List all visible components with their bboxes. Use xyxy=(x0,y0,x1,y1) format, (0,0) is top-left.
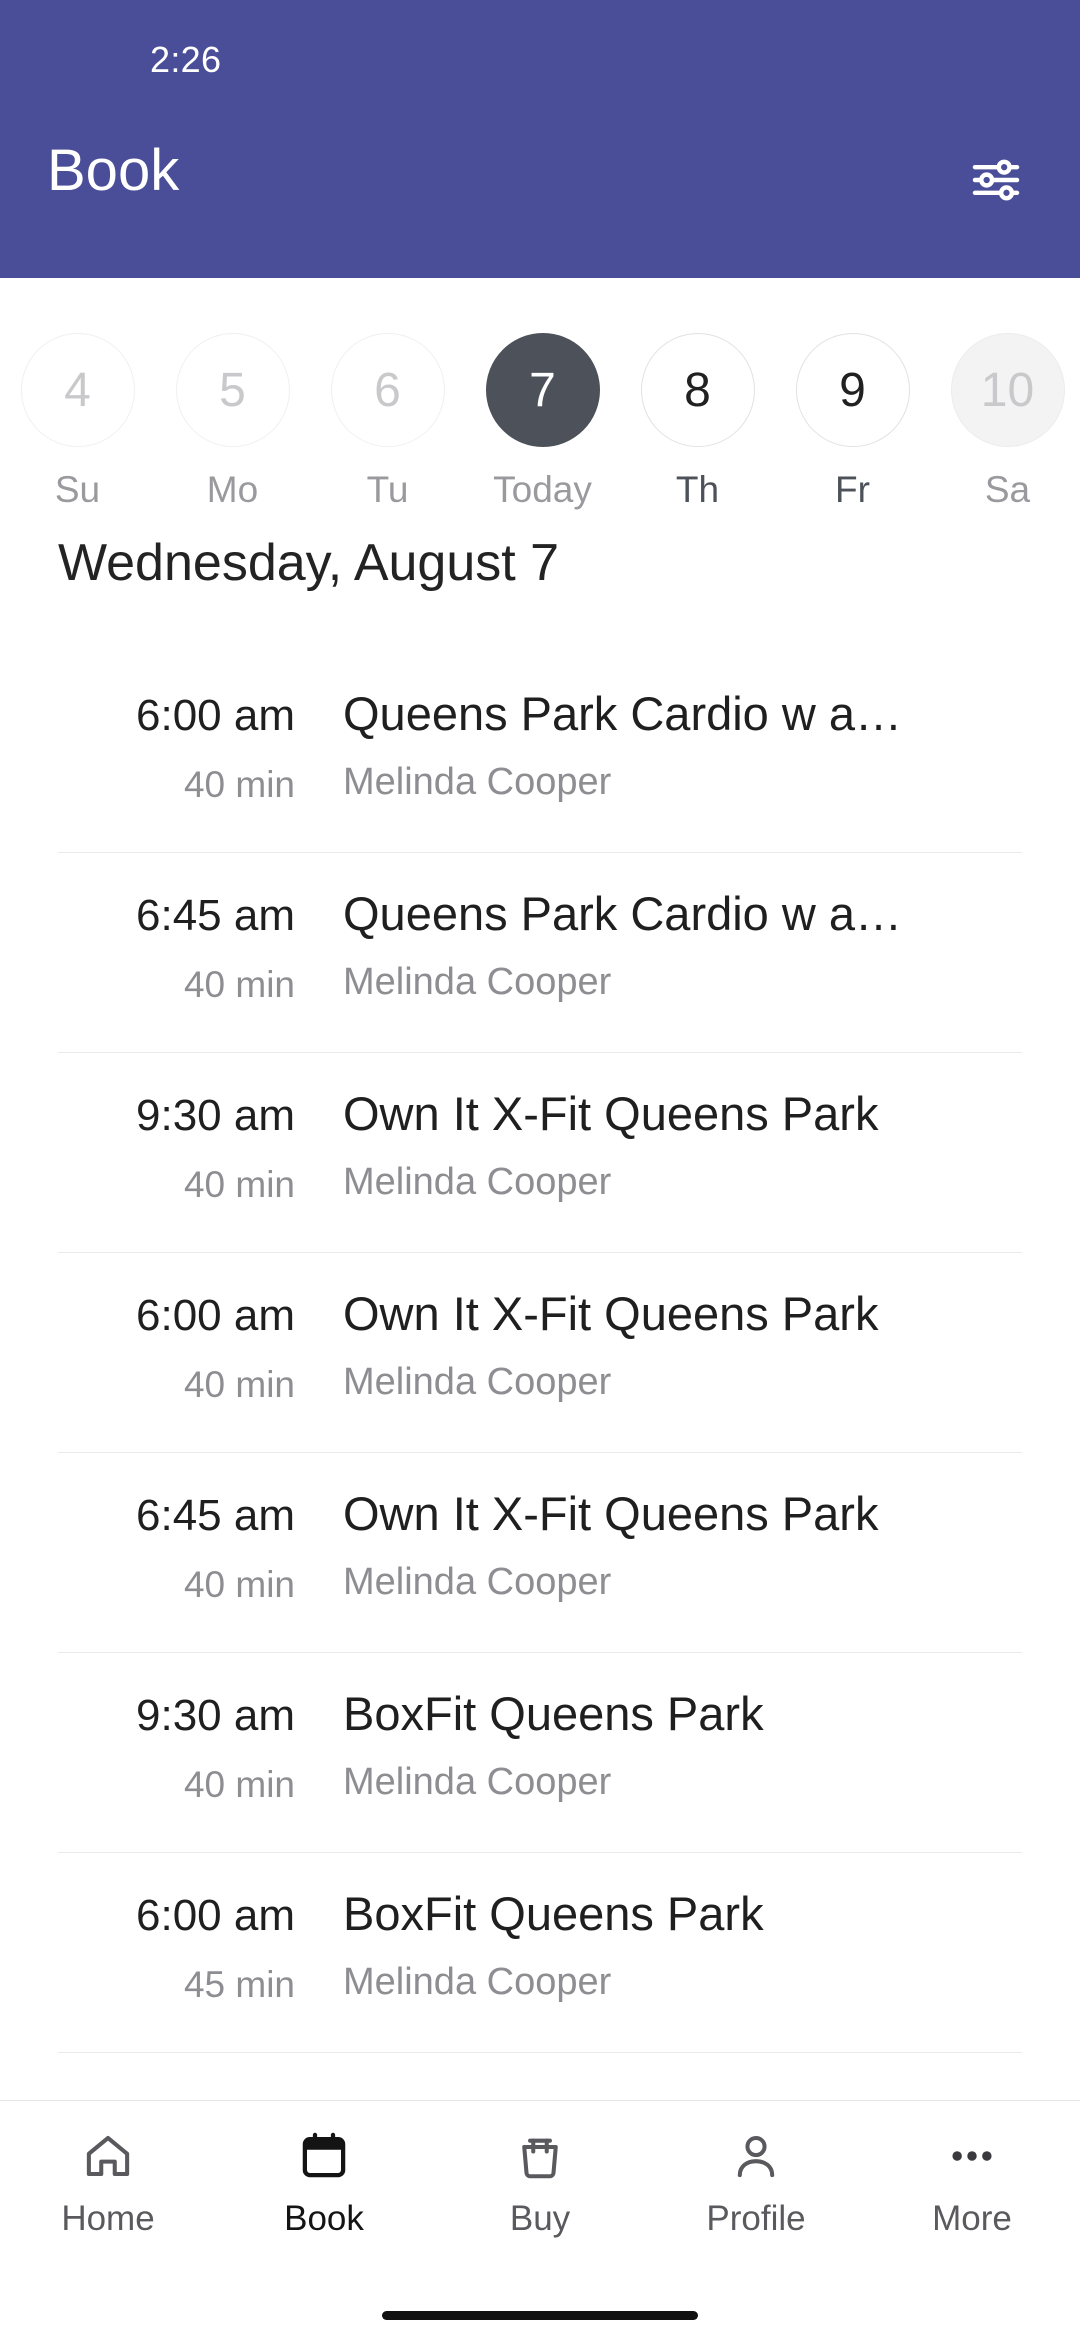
home-icon xyxy=(81,2125,135,2187)
date-circle: 6 xyxy=(330,333,445,447)
class-instructor: Melinda Cooper xyxy=(343,1561,612,1604)
class-instructor: Melinda Cooper xyxy=(343,1961,612,2004)
nav-item-more[interactable]: More xyxy=(864,2125,1080,2239)
class-title: BoxFit Queens Park xyxy=(343,1887,764,1940)
class-time-block: 9:30 am 40 min xyxy=(58,1087,343,1206)
class-row[interactable]: 6:45 am 40 min Queens Park Cardio w a… M… xyxy=(58,853,1022,1053)
class-start-time: 9:30 am xyxy=(136,1691,295,1740)
home-indicator-bar[interactable] xyxy=(382,2310,698,2320)
calendar-icon xyxy=(297,2125,351,2187)
class-duration: 45 min xyxy=(183,1963,295,2005)
sliders-filter-icon xyxy=(972,159,1020,201)
nav-label: More xyxy=(932,2199,1012,2238)
selected-day-heading: Wednesday, August 7 xyxy=(58,534,560,592)
date-cell-6[interactable]: 6 Tu xyxy=(310,333,465,511)
class-start-time: 6:45 am xyxy=(136,891,295,940)
nav-label: Buy xyxy=(509,2199,571,2238)
class-time-block: 6:00 am 45 min xyxy=(58,1887,343,2006)
nav-item-book[interactable]: Book xyxy=(216,2125,432,2239)
class-info-block: BoxFit Queens Park Melinda Cooper xyxy=(343,1687,1022,1804)
class-duration: 40 min xyxy=(183,1563,295,1605)
date-circle: 4 xyxy=(20,333,135,447)
home-indicator-area xyxy=(0,2290,1080,2340)
class-info-block: Own It X-Fit Queens Park Melinda Cooper xyxy=(343,1287,1022,1404)
class-time-block: 9:30 am 40 min xyxy=(58,1687,343,1806)
nav-item-home[interactable]: Home xyxy=(0,2125,216,2239)
date-cell-9[interactable]: 9 Fr xyxy=(775,333,930,511)
class-start-time: 6:00 am xyxy=(136,1891,295,1940)
class-title: Queens Park Cardio w a… xyxy=(343,687,903,740)
date-circle: 9 xyxy=(795,333,910,447)
class-title: Queens Park Cardio w a… xyxy=(343,887,903,940)
date-weekday-label: Su xyxy=(54,469,101,510)
class-duration: 40 min xyxy=(183,1363,295,1405)
date-selector-strip[interactable]: 4 Su 5 Mo 6 Tu 7 Today 8 Th 9 Fr 10 Sa xyxy=(0,278,1080,523)
class-duration: 40 min xyxy=(183,963,295,1005)
class-time-block: 6:45 am 40 min xyxy=(58,887,343,1006)
class-title: BoxFit Queens Park xyxy=(343,1687,764,1740)
class-duration: 40 min xyxy=(183,763,295,805)
class-instructor: Melinda Cooper xyxy=(343,1361,612,1404)
filter-button[interactable] xyxy=(964,148,1028,212)
class-info-block: Queens Park Cardio w a… Melinda Cooper xyxy=(343,887,1022,1004)
date-weekday-label: Fr xyxy=(835,469,870,510)
date-circle: 5 xyxy=(175,333,290,447)
date-circle: 10 xyxy=(950,333,1065,447)
class-title: Own It X-Fit Queens Park xyxy=(343,1487,879,1540)
class-start-time: 6:00 am xyxy=(136,1291,295,1340)
nav-label: Home xyxy=(61,2199,155,2238)
ellipsis-icon xyxy=(945,2125,999,2187)
nav-label: Book xyxy=(284,2199,364,2238)
class-instructor: Melinda Cooper xyxy=(343,761,612,804)
date-cell-8[interactable]: 8 Th xyxy=(620,333,775,511)
class-time-block: 6:00 am 40 min xyxy=(58,687,343,806)
date-circle: 8 xyxy=(640,333,755,447)
class-row[interactable]: 9:30 am 40 min BoxFit Queens Park Melind… xyxy=(58,1653,1022,1853)
date-cell-10[interactable]: 10 Sa xyxy=(930,333,1080,511)
class-start-time: 9:30 am xyxy=(136,1091,295,1140)
class-row[interactable]: 6:45 am 40 min Own It X-Fit Queens Park … xyxy=(58,1453,1022,1653)
date-weekday-label: Today xyxy=(493,469,592,510)
class-title: Own It X-Fit Queens Park xyxy=(343,1087,879,1140)
class-info-block: Own It X-Fit Queens Park Melinda Cooper xyxy=(343,1087,1022,1204)
person-icon xyxy=(729,2125,783,2187)
nav-item-profile[interactable]: Profile xyxy=(648,2125,864,2239)
nav-label: Profile xyxy=(706,2199,806,2238)
app-bar: Book xyxy=(0,120,1080,278)
app-root: 2:26 Book 4 Su 5 Mo 6 Tu 7 Today 8 Th 9 … xyxy=(0,0,1080,2340)
date-weekday-label: Tu xyxy=(366,469,409,510)
shopping-bag-icon xyxy=(513,2125,567,2187)
class-info-block: Queens Park Cardio w a… Melinda Cooper xyxy=(343,687,1022,804)
bottom-navigation-bar[interactable]: Home Book Buy Profile More xyxy=(0,2100,1080,2290)
nav-item-buy[interactable]: Buy xyxy=(432,2125,648,2239)
date-cell-4[interactable]: 4 Su xyxy=(0,333,155,511)
class-info-block: BoxFit Queens Park Melinda Cooper xyxy=(343,1887,1022,2004)
class-duration: 40 min xyxy=(183,1163,295,1205)
date-weekday-label: Sa xyxy=(984,469,1031,510)
date-weekday-label: Th xyxy=(675,469,720,510)
app-header: 2:26 Book xyxy=(0,0,1080,278)
date-cell-5[interactable]: 5 Mo xyxy=(155,333,310,511)
class-instructor: Melinda Cooper xyxy=(343,961,612,1004)
date-cell-7-today-selected[interactable]: 7 Today xyxy=(465,333,620,511)
date-circle: 7 xyxy=(485,333,600,447)
class-instructor: Melinda Cooper xyxy=(343,1161,612,1204)
date-weekday-label: Mo xyxy=(206,469,259,510)
class-info-block: Own It X-Fit Queens Park Melinda Cooper xyxy=(343,1487,1022,1604)
class-time-block: 6:45 am 40 min xyxy=(58,1487,343,1606)
class-instructor: Melinda Cooper xyxy=(343,1761,612,1804)
class-row[interactable]: 9:30 am 40 min Own It X-Fit Queens Park … xyxy=(58,1053,1022,1253)
class-duration: 40 min xyxy=(183,1763,295,1805)
class-time-block: 6:00 am 40 min xyxy=(58,1287,343,1406)
class-start-time: 6:45 am xyxy=(136,1491,295,1540)
page-title: Book xyxy=(47,138,180,203)
class-row[interactable]: 6:00 am 45 min BoxFit Queens Park Melind… xyxy=(58,1853,1022,2053)
status-bar-clock: 2:26 xyxy=(150,39,222,80)
class-row[interactable]: 6:00 am 40 min Queens Park Cardio w a… M… xyxy=(58,653,1022,853)
class-title: Own It X-Fit Queens Park xyxy=(343,1287,879,1340)
class-start-time: 6:00 am xyxy=(136,691,295,740)
class-schedule-list[interactable]: 6:00 am 40 min Queens Park Cardio w a… M… xyxy=(0,653,1080,2100)
class-row[interactable]: 6:00 am 40 min Own It X-Fit Queens Park … xyxy=(58,1253,1022,1453)
status-bar: 2:26 xyxy=(0,0,1080,120)
